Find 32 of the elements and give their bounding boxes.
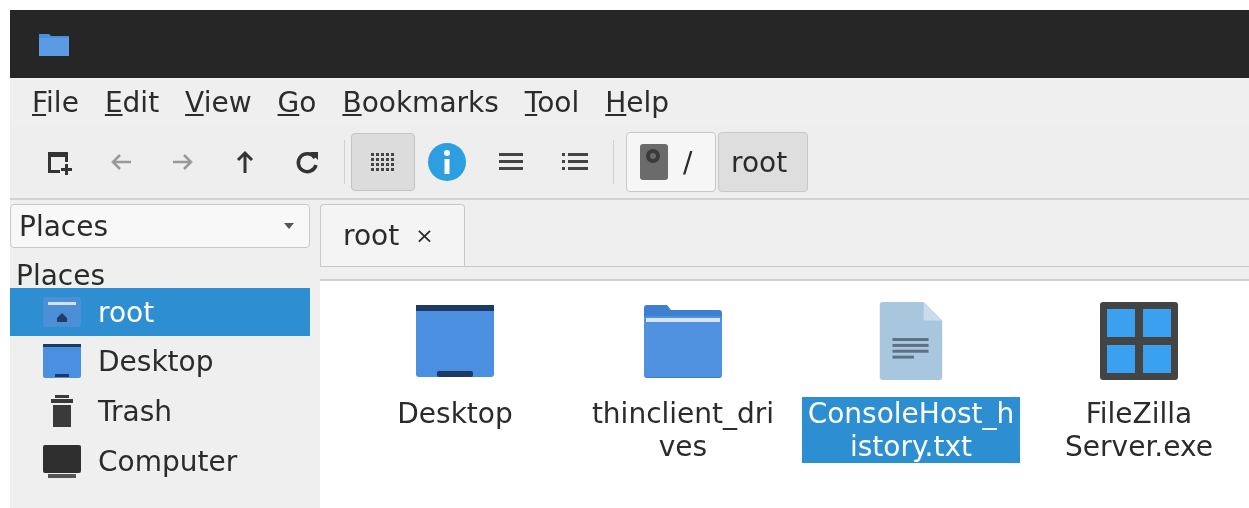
menu-item[interactable]: Edit: [104, 85, 160, 119]
menu-item[interactable]: File: [32, 85, 79, 119]
info-icon: [427, 142, 467, 182]
places-dropdown[interactable]: Places: [10, 204, 310, 248]
menu-item[interactable]: Bookmarks: [342, 85, 499, 119]
sidebar-item[interactable]: Trash: [10, 386, 310, 436]
icon-grid-icon: [370, 152, 396, 172]
file-name[interactable]: FileZilla Server.exe: [1042, 397, 1236, 463]
file-name[interactable]: ConsoleHost_history.txt: [802, 397, 1020, 463]
home-folder-icon: [42, 294, 82, 330]
menu-item[interactable]: View: [185, 85, 252, 119]
monitor-icon: [42, 443, 82, 479]
sidebar-item[interactable]: Desktop: [10, 336, 310, 386]
section-heading: Places: [15, 258, 107, 288]
file-name[interactable]: Desktop: [358, 397, 552, 430]
caret-icon: [283, 222, 295, 230]
tab[interactable]: root ×: [320, 204, 465, 266]
menu-item[interactable]: Help: [605, 85, 670, 119]
desktop-icon: [42, 343, 82, 379]
icons-view-button[interactable]: [351, 133, 415, 191]
file-name[interactable]: thinclient_drives: [586, 397, 780, 463]
menu-item[interactable]: Go: [277, 85, 317, 119]
path-segment[interactable]: root: [718, 132, 808, 192]
sidebar-item[interactable]: Computer: [10, 436, 310, 486]
menu-item[interactable]: Tool: [524, 85, 580, 119]
path-segment[interactable]: /: [626, 132, 716, 192]
close-icon[interactable]: ×: [415, 223, 434, 248]
text-file-icon: [878, 301, 944, 381]
sidebar-item[interactable]: root: [10, 288, 310, 336]
application-icon: [1099, 301, 1179, 381]
drive-icon: [639, 143, 669, 181]
folder-icon: [38, 31, 70, 57]
